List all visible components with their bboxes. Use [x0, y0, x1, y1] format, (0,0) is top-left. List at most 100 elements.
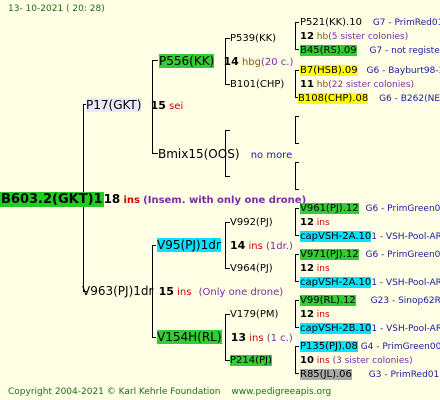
gen3-d1-info: 12 ins: [300, 308, 330, 322]
gen4-row-3[interactable]: B7(HSB).09 G6 - Bayburt98-3: [300, 64, 440, 78]
gen2-d[interactable]: V154H(RL) 13 ins (1 c.): [157, 330, 293, 346]
gen3-d2-name[interactable]: P214(PJ): [230, 355, 272, 366]
gen4-row-2[interactable]: B45(RS).09 G7 - not registe: [300, 44, 440, 58]
root-queen-note: (Insem. with only one drone): [143, 195, 307, 206]
gen3-c2[interactable]: V964(PJ): [230, 262, 273, 276]
gen3-c2-name[interactable]: V964(PJ): [230, 263, 273, 274]
gen4-row-12[interactable]: R85(JL).06 G3 - PrimRed01: [300, 368, 439, 382]
gen3-a2-name[interactable]: B101(CHP): [230, 79, 284, 90]
gen4-row-4[interactable]: B108(CHP).08 G6 - B262(NE): [298, 92, 440, 106]
connector: [295, 22, 299, 23]
date-stamp: 13- 10-2021 ( 20: 28): [8, 4, 105, 14]
gen2-b[interactable]: Bmix15(OOS) no more: [158, 147, 292, 163]
gen3-a2-number: 11: [300, 79, 314, 90]
dam-queen-mating: ins: [177, 287, 192, 298]
gen4-row-9-name[interactable]: V99(RL).12: [300, 295, 356, 306]
gen2-a-name[interactable]: P556(KK): [159, 54, 215, 68]
gen3-d1-number: 12: [300, 309, 314, 320]
gen4-row-8-tail: 1 - VSH-Pool-AR: [371, 278, 440, 288]
gen4-row-9[interactable]: V99(RL).12 G23 - Sinop62R: [300, 294, 440, 308]
site-link[interactable]: www.pedigreeapis.org: [231, 387, 331, 397]
gen4-row-9-tail: G23 - Sinop62R: [370, 296, 440, 306]
gen4-row-7-name[interactable]: V971(PJ).12: [300, 249, 359, 260]
dam-queen-note: (Only one drone): [198, 287, 284, 298]
connector: [295, 162, 296, 190]
root-queen-number: 18: [103, 192, 121, 206]
dam-queen[interactable]: V963(PJ)1dr 15 ins (Only one drone): [82, 284, 283, 300]
gen3-d1-mating: ins: [316, 310, 330, 320]
gen2-c-name[interactable]: V95(PJ)1dr: [157, 238, 221, 252]
gen4-row-5[interactable]: V961(PJ).12 G6 - PrimGreen00: [300, 202, 440, 216]
connector: [295, 281, 299, 282]
gen3-c2-mating: ins: [316, 264, 330, 274]
gen3-a1-info: 12 hb(5 sister colonies): [300, 30, 408, 44]
gen4-row-5-tail: G6 - PrimGreen00: [365, 204, 440, 214]
gen3-d2-note: (3 sister colonies): [332, 356, 413, 366]
gen2-c[interactable]: V95(PJ)1dr 14 ins (1dr.): [157, 238, 293, 254]
gen4-row-11[interactable]: P135(PJ).08 G4 - PrimGreen00: [300, 340, 440, 354]
connector: [225, 130, 230, 131]
gen4-row-8-name[interactable]: capVSH-2A.10: [300, 277, 372, 288]
gen2-a-mating: hbg: [241, 57, 261, 68]
gen4-row-11-name[interactable]: P135(PJ).08: [300, 341, 358, 352]
connector: [295, 346, 299, 347]
gen4-row-6[interactable]: capVSH-2A.101 - VSH-Pool-AR: [300, 230, 440, 244]
root-queen-name[interactable]: B603.2(GKT)1: [0, 192, 104, 207]
gen3-a1[interactable]: P539(KK): [230, 32, 276, 46]
gen2-d-name[interactable]: V154H(RL): [157, 330, 222, 344]
gen3-d2-info: 10 ins (3 sister colonies): [300, 354, 413, 368]
sire-queen-mating: sei: [169, 101, 184, 112]
gen3-c1[interactable]: V992(PJ): [230, 216, 273, 230]
gen4-row-10-name[interactable]: capVSH-2B.10: [300, 323, 372, 334]
gen4-row-1-name[interactable]: P521(KK).10: [300, 17, 362, 28]
root-queen[interactable]: B603.2(GKT)118 ins (Insem. with only one…: [0, 191, 306, 208]
dam-queen-name[interactable]: V963(PJ)1dr: [82, 284, 153, 298]
gen3-a2-mating: hb: [316, 80, 329, 90]
gen4-row-1[interactable]: P521(KK).10 G7 - PrimRed01: [300, 16, 440, 30]
gen3-c1-name[interactable]: V992(PJ): [230, 217, 273, 228]
gen3-a1-number: 12: [300, 31, 314, 42]
gen3-a2[interactable]: B101(CHP): [230, 78, 284, 92]
connector: [295, 300, 299, 301]
connector: [295, 208, 296, 236]
gen4-row-10-tail: 1 - VSH-Pool-AR: [371, 324, 440, 334]
gen4-row-4-name[interactable]: B108(CHP).08: [298, 93, 369, 104]
gen2-b-name[interactable]: Bmix15(OOS): [158, 147, 240, 161]
sire-queen[interactable]: P17(GKT) 15 sei: [86, 98, 183, 114]
gen3-d2[interactable]: P214(PJ): [230, 354, 272, 368]
gen3-a1-note: (5 sister colonies): [328, 32, 409, 42]
gen4-row-8[interactable]: capVSH-2A.101 - VSH-Pool-AR: [300, 276, 440, 290]
gen4-row-7[interactable]: V971(PJ).12 G6 - PrimGreen00: [300, 248, 440, 262]
connector: [295, 327, 299, 328]
gen4-row-2-name[interactable]: B45(RS).09: [300, 45, 357, 56]
copyright-text: Copyright 2004-2021 © Karl Kehrle Founda…: [8, 387, 221, 397]
gen4-row-10[interactable]: capVSH-2B.101 - VSH-Pool-AR: [300, 322, 440, 336]
gen3-d1[interactable]: V179(PM): [230, 308, 278, 322]
gen4-row-6-name[interactable]: capVSH-2A.10: [300, 231, 372, 242]
gen4-row-12-name[interactable]: R85(JL).06: [300, 369, 352, 380]
gen3-a1-name[interactable]: P539(KK): [230, 33, 276, 44]
sire-queen-name[interactable]: P17(GKT): [86, 98, 142, 112]
gen3-d1-name[interactable]: V179(PM): [230, 309, 278, 320]
gen2-a-note: (20 c.): [260, 57, 294, 68]
connector: [295, 116, 299, 117]
gen4-row-5-name[interactable]: V961(PJ).12: [300, 203, 359, 214]
footer: Copyright 2004-2021 © Karl Kehrle Founda…: [8, 385, 331, 399]
gen2-d-number: 13: [230, 331, 247, 344]
gen3-d2-mating: ins: [316, 356, 330, 366]
gen3-c2-info: 12 ins: [300, 262, 330, 276]
connector: [295, 235, 299, 236]
connector: [295, 254, 299, 255]
gen4-row-3-name[interactable]: B7(HSB).09: [300, 65, 358, 76]
gen4-row-6-tail: 1 - VSH-Pool-AR: [371, 232, 440, 242]
gen2-d-note: (1 c.): [266, 333, 293, 344]
gen3-c1-number: 12: [300, 217, 314, 228]
gen2-a[interactable]: P556(KK) 14 hbg(20 c.): [159, 54, 293, 70]
connector: [152, 337, 156, 338]
connector: [152, 245, 156, 246]
connector: [295, 346, 296, 374]
gen4-row-2-tail: G7 - not registe: [369, 46, 440, 56]
gen2-c-note: (1dr.): [266, 241, 293, 252]
gen3-a2-info: 11 hb(22 sister colonies): [300, 78, 414, 92]
connector: [295, 254, 296, 282]
